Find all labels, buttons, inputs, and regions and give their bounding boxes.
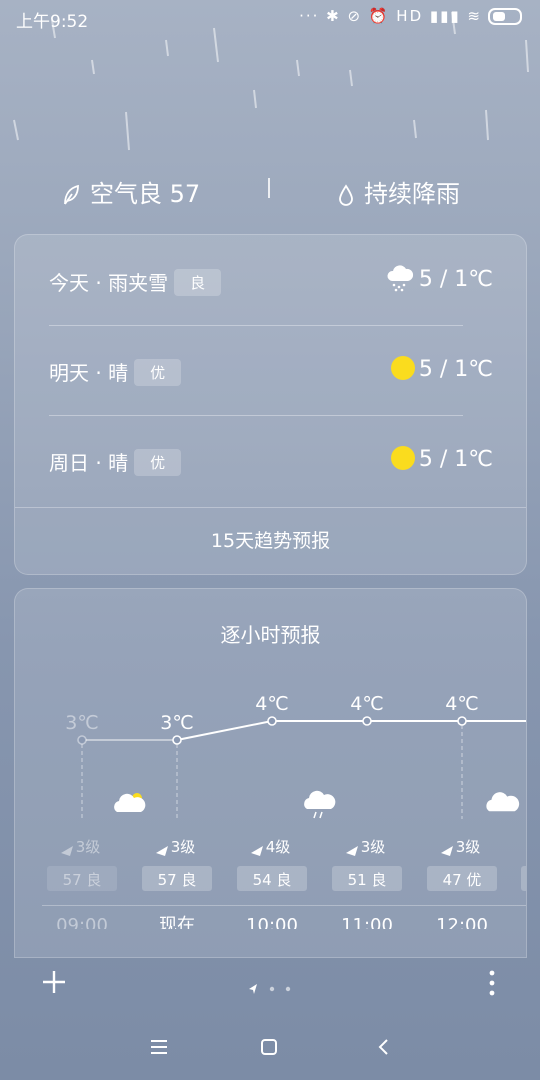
back-button[interactable]	[376, 1038, 390, 1060]
day-label: 周日 · 晴	[49, 451, 129, 475]
hourly-time: 12:00	[436, 915, 488, 929]
aqi-badge: 良	[174, 269, 222, 296]
wind-direction-icon	[251, 846, 263, 856]
hourly-temp: 4℃	[350, 693, 383, 715]
fifteen-day-trend-button[interactable]: 15天趋势预报	[15, 507, 526, 575]
day-label: 今天 · 雨夹雪	[49, 271, 169, 295]
menu-icon	[151, 1040, 167, 1054]
hourly-divider	[42, 905, 526, 906]
day-temp: 5 / 1℃	[418, 447, 493, 472]
status-bar: 上午9:52 ··· ✱ ⊘ ⏰ HD ▮▮▮ ≋	[0, 0, 540, 34]
summary-divider	[268, 178, 270, 198]
air-quality-link[interactable]: 空气良 57	[62, 174, 200, 209]
day-name: 今天 · 雨夹雪良	[49, 267, 222, 296]
hourly-time: 09:00	[56, 915, 108, 929]
hourly-temp: 3℃	[160, 712, 193, 734]
day-temp: 5 / 1℃	[418, 357, 493, 382]
hourly-wind: 3级	[456, 838, 481, 856]
hourly-wind: 4级	[266, 838, 291, 856]
temp-point	[77, 735, 87, 745]
rain-cloud-icon	[304, 790, 336, 819]
page-indicator	[247, 980, 295, 999]
hourly-time: 11:00	[341, 915, 393, 929]
more-vertical-icon	[489, 970, 495, 996]
day-label: 明天 · 晴	[49, 361, 129, 385]
status-icons: ··· ✱ ⊘ ⏰ HD ▮▮▮ ≋	[299, 7, 522, 25]
daily-row-today[interactable]: 今天 · 雨夹雪良 5 / 1℃	[49, 235, 493, 325]
plus-icon	[43, 971, 65, 993]
hourly-aqi: 57 良	[63, 871, 102, 889]
daily-row-tomorrow[interactable]: 明天 · 晴优 5 / 1℃	[49, 325, 493, 415]
bottom-toolbar	[0, 960, 540, 1010]
back-chevron-icon	[378, 1039, 388, 1055]
add-city-button[interactable]	[40, 968, 68, 1000]
hourly-wind: 3级	[171, 838, 196, 856]
system-navigation-bar	[0, 1030, 540, 1070]
hourly-temp: 4℃	[445, 693, 478, 715]
temp-point	[172, 735, 182, 745]
sleet-cloud-icon	[385, 263, 415, 297]
temp-point	[267, 716, 277, 726]
hourly-aqi: 47 优	[443, 871, 482, 889]
recent-apps-button[interactable]	[150, 1038, 168, 1060]
day-temp: 5 / 1℃	[418, 267, 493, 292]
daily-forecast-card: 今天 · 雨夹雪良 5 / 1℃ 明天 · 晴优 5 / 1℃ 周日 · 晴优 …	[14, 234, 527, 575]
temp-point	[457, 716, 467, 726]
wind-direction-icon	[156, 846, 168, 856]
hourly-aqi: 51 良	[348, 871, 387, 889]
hourly-temp: 3℃	[65, 712, 98, 734]
location-arrow-icon	[249, 984, 257, 994]
status-indicator-icons: ··· ✱ ⊘ ⏰ HD ▮▮▮ ≋	[299, 7, 482, 25]
hourly-aqi: 57 良	[158, 871, 197, 889]
aqi-badge: 优	[134, 359, 182, 386]
hourly-title: 逐小时预报	[220, 623, 321, 647]
hourly-forecast-card[interactable]: 逐小时预报 3℃ 3级 57 良 09:00 3℃ 3级 57 良现在 4℃ 4级 54 良 10:…	[14, 588, 527, 958]
temp-point	[362, 716, 372, 726]
day-name: 周日 · 晴优	[49, 447, 182, 476]
page-dot	[285, 986, 291, 992]
home-square-icon	[261, 1039, 277, 1055]
sun-icon	[391, 353, 415, 380]
cloudy-icon	[486, 792, 520, 812]
partly-cloudy-icon	[114, 793, 146, 812]
hourly-wind: 3级	[76, 838, 101, 856]
status-time: 上午9:52	[16, 12, 89, 32]
air-quality-text: 空气良 57	[90, 180, 201, 208]
weather-summary: 空气良 57 持续降雨	[0, 170, 540, 210]
weather-note-text: 持续降雨	[364, 180, 460, 208]
hourly-temp: 4℃	[255, 693, 288, 715]
hourly-time: 现在	[159, 915, 195, 929]
hourly-time: 10:00	[246, 915, 298, 929]
daily-row-sunday[interactable]: 周日 · 晴优 5 / 1℃	[49, 415, 493, 505]
sun-icon	[391, 443, 415, 470]
hourly-aqi: 54 良	[253, 871, 292, 889]
hourly-wind: 3级	[361, 838, 386, 856]
wind-direction-icon	[346, 846, 358, 856]
hourly-chart[interactable]: 3℃ 3级 57 良 09:00 3℃ 3级 57 良现在 4℃ 4级 54 良 10:00 4℃ 3级…	[15, 669, 526, 929]
more-menu-button[interactable]	[488, 970, 496, 1000]
weather-note-link[interactable]: 持续降雨	[338, 174, 460, 209]
page-dot	[269, 986, 275, 992]
wind-direction-icon	[441, 846, 453, 856]
raindrop-icon	[339, 184, 353, 206]
hourly-aqi-pill	[521, 866, 526, 891]
leaf-icon	[64, 184, 79, 205]
wind-direction-icon	[61, 846, 73, 856]
day-name: 明天 · 晴优	[49, 357, 182, 386]
aqi-badge: 优	[134, 449, 182, 476]
home-button[interactable]	[260, 1038, 278, 1060]
battery-icon	[488, 8, 522, 25]
